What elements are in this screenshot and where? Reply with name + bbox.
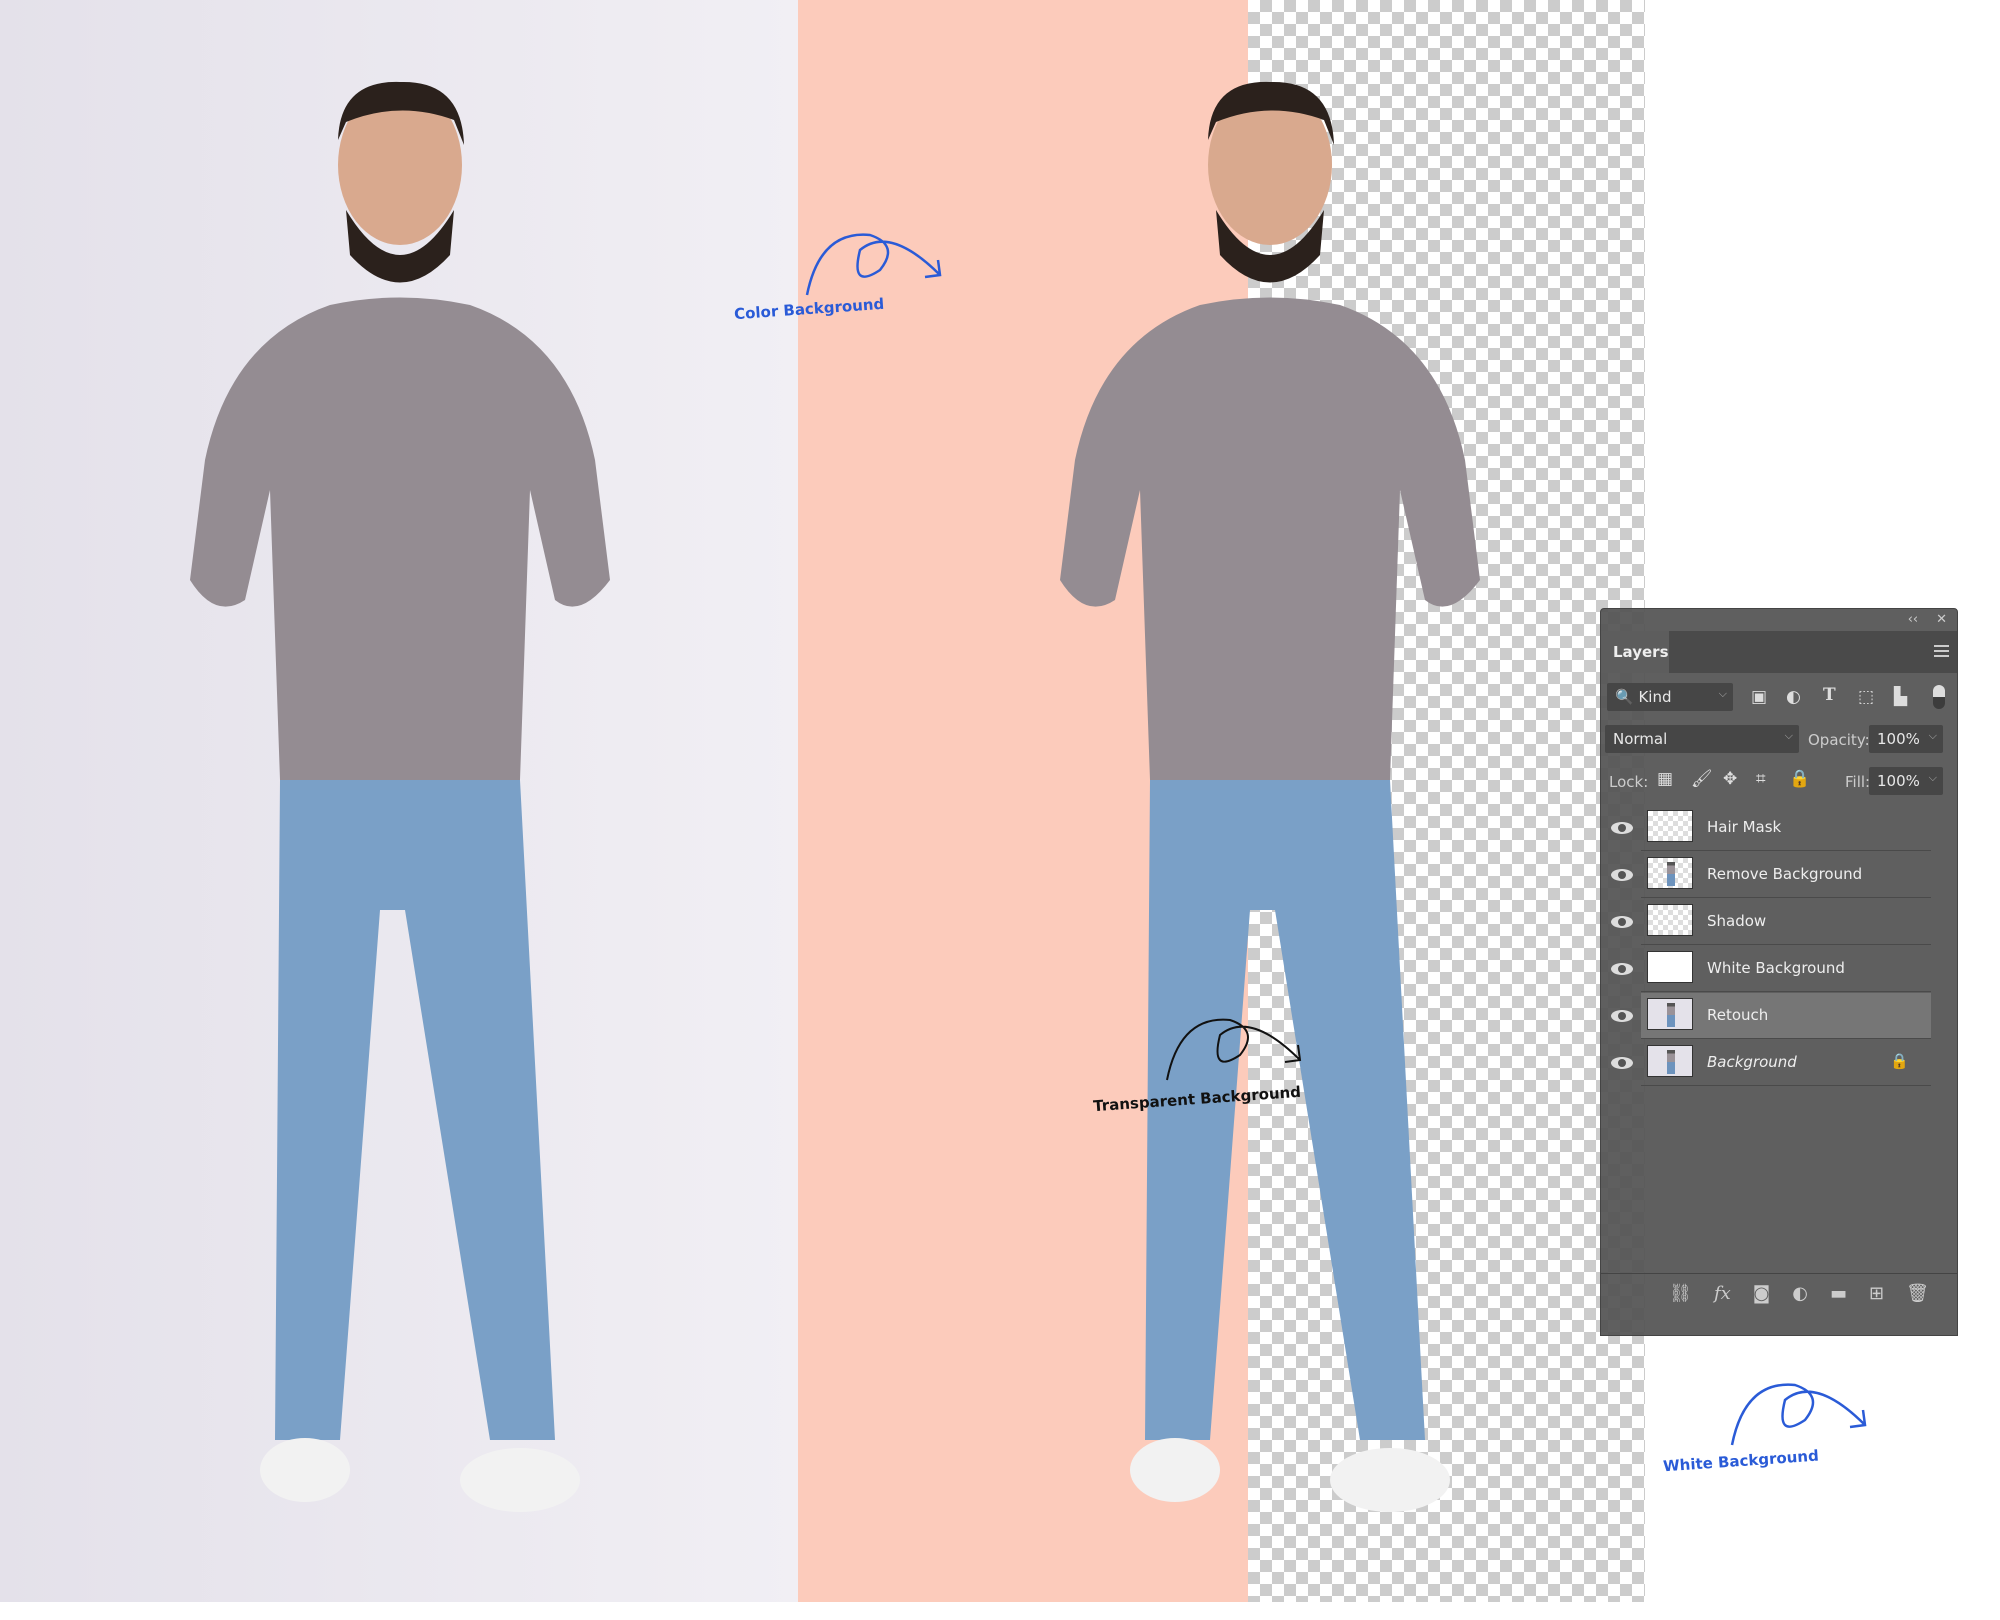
layer-row[interactable]: White Background (1641, 946, 1931, 992)
visibility-eye-icon[interactable] (1611, 1010, 1633, 1022)
image-icon[interactable]: ▣ (1751, 687, 1767, 707)
person-photo-cutout (1060, 81, 1480, 1512)
close-icon[interactable]: ✕ (1936, 612, 1947, 629)
filter-kind-label: Kind (1638, 688, 1672, 706)
opacity-input[interactable]: 100% ⌵ (1869, 725, 1943, 753)
layer-name: Shadow (1707, 912, 1767, 930)
opacity-value: 100% (1877, 730, 1920, 748)
layer-name: White Background (1707, 959, 1845, 977)
filter-kind-select[interactable]: 🔍 Kind ⌵ (1607, 683, 1733, 711)
layer-name: Hair Mask (1707, 818, 1782, 836)
new-layer-icon[interactable]: ⊞ (1869, 1283, 1884, 1304)
layers-panel: ‹‹ ✕ Layers 🔍 Kind ⌵ ▣ ◐ T ⬚ ▙ Normal ⌵ Opa… (1600, 608, 1958, 1336)
fill-value: 100% (1877, 772, 1920, 790)
layer-row[interactable]: Remove Background (1641, 852, 1931, 898)
layer-thumbnail (1647, 857, 1693, 889)
link-icon[interactable]: ⛓ (1669, 1283, 1692, 1304)
artboard-icon[interactable]: ⌗ (1756, 769, 1766, 789)
blend-mode-select[interactable]: Normal ⌵ (1605, 725, 1799, 753)
collapse-icon[interactable]: ‹‹ (1908, 612, 1918, 629)
lock-all-icon[interactable]: 🔒 (1789, 769, 1810, 789)
layer-name: Background (1707, 1053, 1797, 1071)
opacity-label: Opacity: (1808, 731, 1870, 749)
layer-thumbnail (1647, 904, 1693, 936)
blend-mode-value: Normal (1613, 730, 1668, 748)
mask-icon[interactable]: ◙ (1753, 1283, 1770, 1304)
tab-strip (1669, 631, 1957, 673)
fill-label: Fill: (1845, 773, 1871, 791)
shape-icon[interactable]: ⬚ (1858, 687, 1874, 707)
tab-layers[interactable]: Layers (1601, 631, 1669, 673)
layer-thumbnail (1647, 998, 1693, 1030)
panel-footer: ⛓ fx ◙ ◐ ▬ ⊞ 🗑 (1601, 1273, 1957, 1313)
lock-label: Lock: (1609, 773, 1649, 791)
filter-toggle[interactable] (1933, 685, 1945, 709)
folder-icon[interactable]: ▬ (1830, 1283, 1847, 1304)
type-icon[interactable]: T (1823, 685, 1836, 705)
layer-name: Remove Background (1707, 865, 1863, 883)
visibility-eye-icon[interactable] (1611, 963, 1633, 975)
brush-icon[interactable]: 🖌 (1691, 769, 1713, 789)
layer-thumbnail (1647, 1045, 1693, 1077)
layer-row[interactable]: Hair Mask (1641, 805, 1931, 851)
visibility-eye-icon[interactable] (1611, 869, 1633, 881)
lock-icon: 🔒 (1890, 1052, 1909, 1070)
move-icon[interactable]: ✥ (1723, 769, 1737, 789)
panel-menu-icon[interactable] (1934, 645, 1949, 657)
adjustment-layer-icon[interactable]: ◐ (1792, 1283, 1808, 1304)
visibility-eye-icon[interactable] (1611, 822, 1633, 834)
smart-object-icon[interactable]: ▙ (1894, 687, 1907, 707)
fx-icon[interactable]: fx (1714, 1283, 1731, 1304)
trash-icon[interactable]: 🗑 (1906, 1283, 1929, 1304)
visibility-eye-icon[interactable] (1611, 1057, 1633, 1069)
layer-name: Retouch (1707, 1006, 1769, 1024)
layer-row[interactable]: Shadow (1641, 899, 1931, 945)
layer-thumbnail (1647, 951, 1693, 983)
fill-input[interactable]: 100% ⌵ (1869, 767, 1943, 795)
adjustment-icon[interactable]: ◐ (1786, 687, 1801, 707)
lock-transparent-icon[interactable]: ▦ (1657, 769, 1673, 789)
person-photo-original (190, 81, 610, 1512)
visibility-eye-icon[interactable] (1611, 916, 1633, 928)
layer-row[interactable]: Background 🔒 (1641, 1040, 1931, 1086)
layer-row[interactable]: Retouch (1641, 993, 1931, 1039)
layer-thumbnail (1647, 810, 1693, 842)
